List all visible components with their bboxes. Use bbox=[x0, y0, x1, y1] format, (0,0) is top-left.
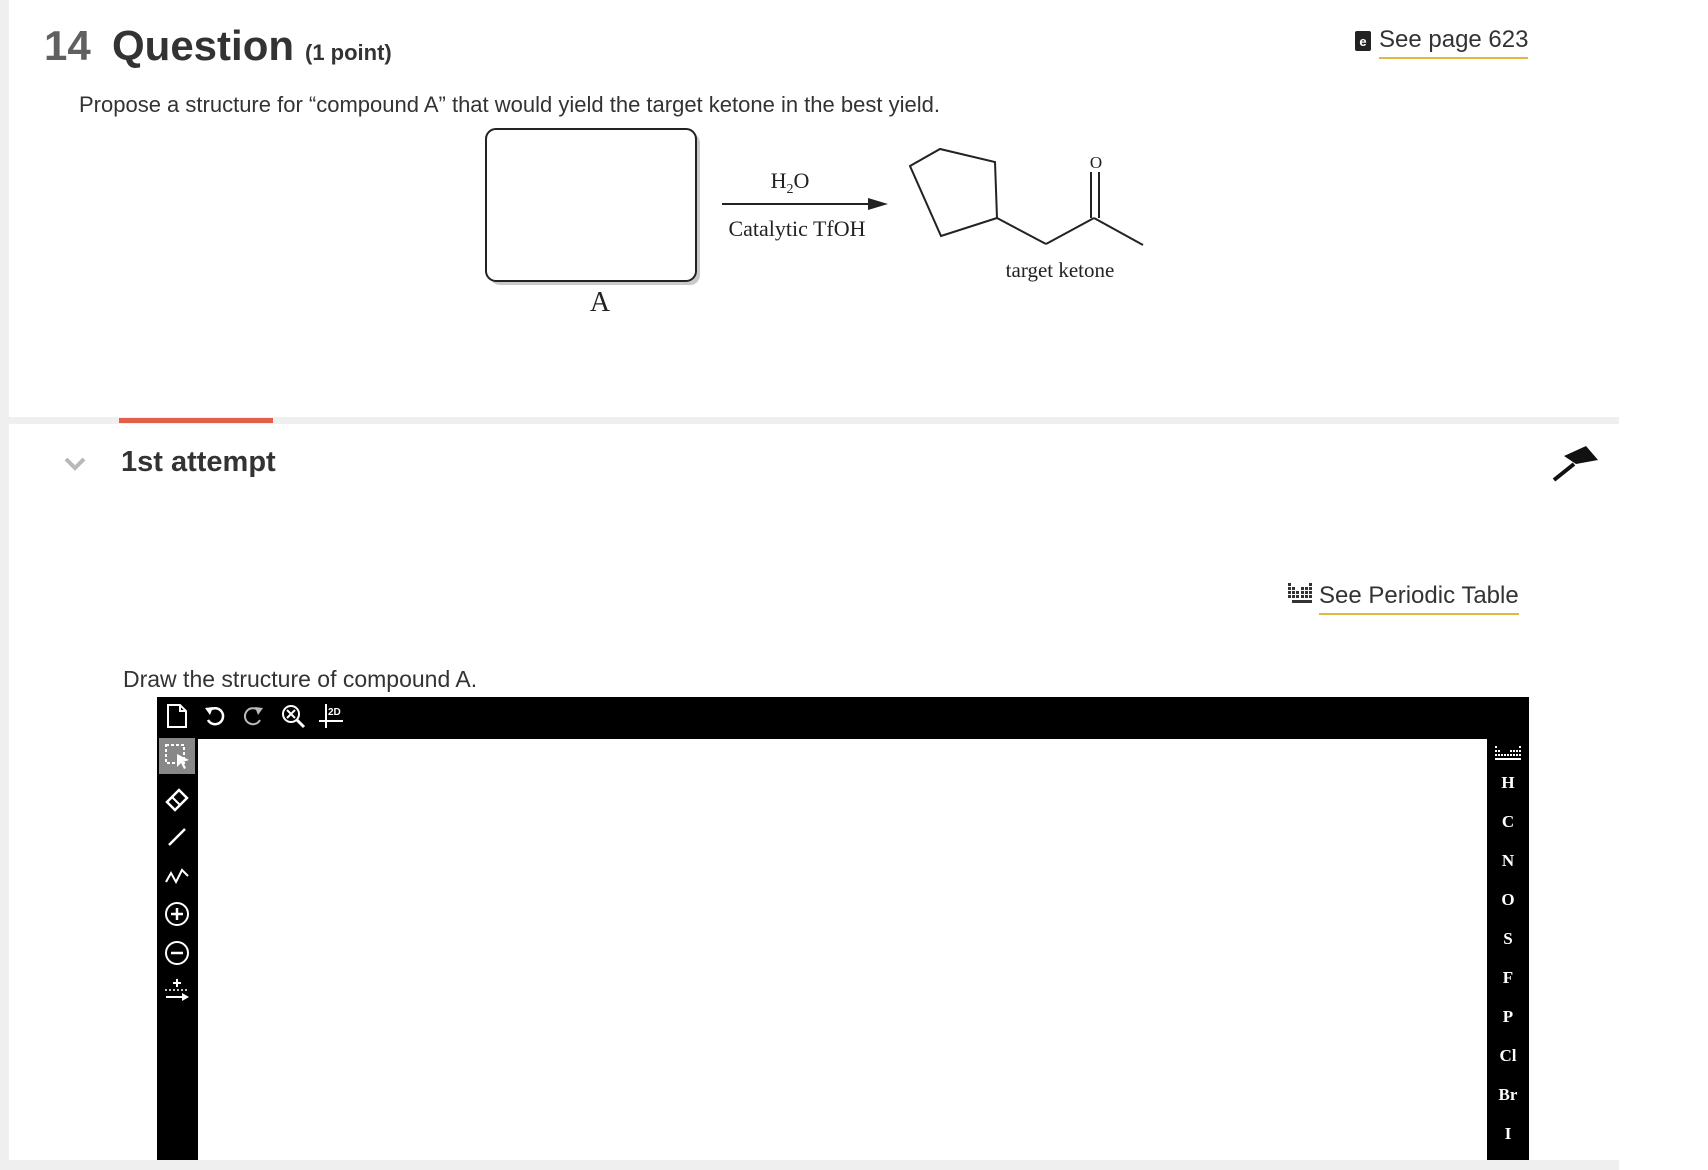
negative-charge-icon[interactable] bbox=[159, 935, 195, 971]
see-periodic-table-link[interactable]: See Periodic Table bbox=[1319, 582, 1519, 615]
element-c-button[interactable]: C bbox=[1487, 812, 1529, 832]
eraser-icon[interactable] bbox=[159, 780, 195, 816]
reagent-water: H2O bbox=[771, 168, 810, 197]
arrow-icon[interactable] bbox=[159, 973, 195, 1009]
chevron-down-icon[interactable] bbox=[64, 456, 86, 472]
2d-clean-icon[interactable]: 2D bbox=[316, 701, 346, 731]
element-br-button[interactable]: Br bbox=[1487, 1085, 1529, 1105]
element-o-button[interactable]: O bbox=[1487, 890, 1529, 910]
target-ketone-label: target ketone bbox=[1006, 258, 1115, 282]
periodic-table-icon[interactable] bbox=[1494, 743, 1522, 767]
reaction-arrow-head bbox=[868, 198, 888, 210]
drawing-canvas[interactable] bbox=[198, 739, 1487, 1160]
selection-icon[interactable] bbox=[159, 738, 195, 774]
zoom-clear-icon[interactable] bbox=[278, 701, 308, 731]
compound-a-label: A bbox=[590, 287, 611, 318]
element-cl-button[interactable]: Cl bbox=[1487, 1046, 1529, 1066]
redo-icon[interactable] bbox=[238, 701, 268, 731]
reagent-catalyst: Catalytic TfOH bbox=[728, 216, 865, 241]
cyclopentane-ring bbox=[908, 147, 999, 238]
single-bond-icon[interactable] bbox=[159, 819, 195, 855]
element-i-button[interactable]: I bbox=[1487, 1124, 1529, 1144]
svg-text:2D: 2D bbox=[328, 707, 341, 718]
element-n-button[interactable]: N bbox=[1487, 851, 1529, 871]
element-p-button[interactable]: P bbox=[1487, 1007, 1529, 1027]
reaction-scheme: A H2O Catalytic TfOH O target ketone bbox=[485, 128, 1144, 318]
structure-sketcher: 2D H C N O S F P Cl Br I bbox=[157, 697, 1529, 1160]
new-document-icon[interactable] bbox=[162, 701, 192, 731]
element-f-button[interactable]: F bbox=[1487, 968, 1529, 988]
element-s-button[interactable]: S bbox=[1487, 929, 1529, 949]
positive-charge-icon[interactable] bbox=[159, 896, 195, 932]
draw-instruction: Draw the structure of compound A. bbox=[123, 666, 478, 692]
element-h-button[interactable]: H bbox=[1487, 773, 1529, 793]
carbonyl-oxygen: O bbox=[1090, 153, 1102, 172]
chain-icon[interactable] bbox=[159, 857, 195, 893]
compound-a-box bbox=[485, 128, 697, 282]
flag-icon[interactable] bbox=[1552, 444, 1602, 482]
attempt-title: 1st attempt bbox=[121, 446, 276, 478]
undo-icon[interactable] bbox=[200, 701, 230, 731]
periodic-table-icon bbox=[1288, 583, 1312, 603]
attempt-tab-indicator bbox=[119, 418, 273, 423]
